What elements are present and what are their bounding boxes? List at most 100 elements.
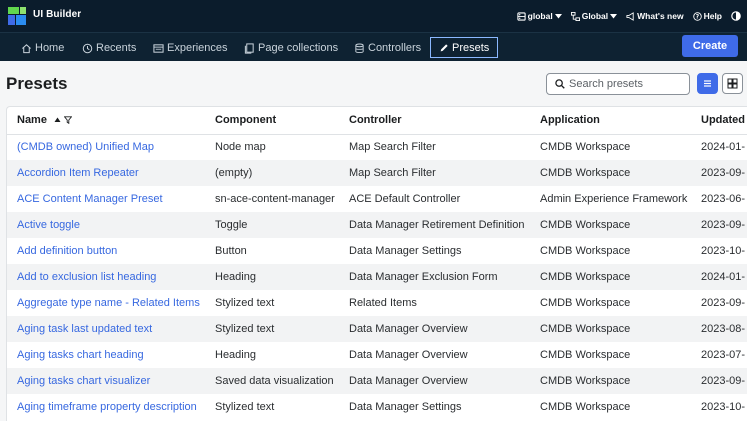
search-icon <box>555 79 565 89</box>
table-row[interactable]: Add definition button Button Data Manager … <box>7 238 747 264</box>
nav-item-presets[interactable]: Presets <box>430 37 499 58</box>
controller-cell: Data Manager Overview <box>339 368 530 394</box>
scope-picker[interactable]: global <box>517 11 562 21</box>
application-cell: CMDB Workspace <box>530 290 691 316</box>
pages-icon <box>244 42 254 54</box>
whats-new-label: What's new <box>637 11 684 21</box>
application-cell: CMDB Workspace <box>530 212 691 238</box>
preset-name-link[interactable]: Add definition button <box>7 238 205 264</box>
table-row[interactable]: Aggregate type name - Related Items Styli… <box>7 290 747 316</box>
preset-name-link[interactable]: Active toggle <box>7 212 205 238</box>
updated-cell: 2023-07- <box>691 342 747 368</box>
component-cell: Heading <box>205 342 339 368</box>
window-icon <box>153 43 164 53</box>
application-cell: CMDB Workspace <box>530 238 691 264</box>
column-header-component[interactable]: Component <box>205 107 339 135</box>
table-row[interactable]: ACE Content Manager Preset sn-ace-content… <box>7 186 747 212</box>
preset-name-link[interactable]: Aging tasks chart heading <box>7 342 205 368</box>
application-cell: CMDB Workspace <box>530 264 691 290</box>
create-button[interactable]: Create <box>682 35 738 57</box>
main-nav: Home Recents Experiences Page collection… <box>0 32 747 61</box>
component-cell: (empty) <box>205 160 339 186</box>
controller-cell: Data Manager Settings <box>339 238 530 264</box>
nav-item-label: Presets <box>452 41 490 54</box>
controller-cell: Map Search Filter <box>339 134 530 160</box>
controller-cell: Data Manager Exclusion Form <box>339 264 530 290</box>
help-label: Help <box>703 11 722 21</box>
history-icon <box>82 43 93 53</box>
list-icon <box>704 80 711 87</box>
controller-cell: Data Manager Overview <box>339 316 530 342</box>
component-cell: Toggle <box>205 212 339 238</box>
application-scope-picker[interactable]: Global <box>570 11 618 21</box>
nav-item-experiences[interactable]: Experiences <box>150 38 231 58</box>
top-right-controls: global Global What's new ? Help <box>517 0 741 32</box>
component-cell: Stylized text <box>205 394 339 420</box>
app-logo-icon <box>8 7 26 25</box>
table-row[interactable]: Aging task last updated text Stylized tex… <box>7 316 747 342</box>
application-cell: CMDB Workspace <box>530 316 691 342</box>
nav-item-label: Controllers <box>368 42 422 54</box>
table-row[interactable]: Accordion Item Repeater (empty) Map Search… <box>7 160 747 186</box>
updated-cell: 2023-09- <box>691 212 747 238</box>
column-header-label: Name <box>17 114 47 127</box>
column-header-name[interactable]: Name <box>7 107 205 135</box>
application-cell: CMDB Workspace <box>530 342 691 368</box>
nav-item-label: Recents <box>96 42 137 54</box>
updated-cell: 2023-09- <box>691 290 747 316</box>
nav-item-recents[interactable]: Recents <box>79 38 139 58</box>
application-cell: CMDB Workspace <box>530 368 691 394</box>
application-cell: CMDB Workspace <box>530 134 691 160</box>
help-link[interactable]: ? Help <box>692 11 722 21</box>
application-cell: Admin Experience Framework <box>530 186 691 212</box>
preset-name-link[interactable]: Add to exclusion list heading <box>7 264 205 290</box>
presets-table: Name Component Controller Application Up… <box>7 107 747 420</box>
table-row[interactable]: (CMDB owned) Unified Map Node map Map Sear… <box>7 134 747 160</box>
search-input[interactable] <box>569 78 684 90</box>
nav-item-label: Experiences <box>167 42 228 54</box>
preset-name-link[interactable]: (CMDB owned) Unified Map <box>7 134 205 160</box>
nav-item-page-collections[interactable]: Page collections <box>241 38 341 58</box>
controller-cell: ACE Default Controller <box>339 186 530 212</box>
updated-cell: 2023-09- <box>691 160 747 186</box>
controller-cell: Related Items <box>339 290 530 316</box>
preset-name-link[interactable]: Aging tasks chart visualizer <box>7 368 205 394</box>
table-row[interactable]: Active toggle Toggle Data Manager Retireme… <box>7 212 747 238</box>
nav-item-controllers[interactable]: Controllers <box>351 38 424 58</box>
component-cell: Stylized text <box>205 290 339 316</box>
table-row[interactable]: Aging tasks chart visualizer Saved data v… <box>7 368 747 394</box>
nav-item-home[interactable]: Home <box>18 38 67 58</box>
updated-cell: 2024-01- <box>691 134 747 160</box>
sitemap-icon <box>570 11 580 21</box>
sort-ascending-icon[interactable] <box>54 117 61 123</box>
preset-name-link[interactable]: Aging timeframe property description <box>7 394 205 420</box>
theme-toggle[interactable] <box>731 11 741 21</box>
caret-down-icon <box>610 13 618 18</box>
grid-view-button[interactable] <box>722 73 743 94</box>
controller-cell: Data Manager Settings <box>339 394 530 420</box>
preset-name-link[interactable]: ACE Content Manager Preset <box>7 186 205 212</box>
table-row[interactable]: Aging timeframe property description Styl… <box>7 394 747 420</box>
table-row[interactable]: Aging tasks chart heading Heading Data Man… <box>7 342 747 368</box>
preset-name-link[interactable]: Accordion Item Repeater <box>7 160 205 186</box>
table-row[interactable]: Add to exclusion list heading Heading Data… <box>7 264 747 290</box>
table-body: (CMDB owned) Unified Map Node map Map Sear… <box>7 134 747 420</box>
component-cell: Node map <box>205 134 339 160</box>
preset-name-link[interactable]: Aggregate type name - Related Items <box>7 290 205 316</box>
column-header-controller[interactable]: Controller <box>339 107 530 135</box>
pencil-icon <box>440 43 448 51</box>
nav-item-label: Home <box>35 42 65 54</box>
whats-new-link[interactable]: What's new <box>626 11 684 21</box>
component-cell: Heading <box>205 264 339 290</box>
column-header-updated[interactable]: Updated <box>691 107 747 135</box>
scope-label: global <box>527 11 553 21</box>
preset-name-link[interactable]: Aging task last updated text <box>7 316 205 342</box>
component-cell: Saved data visualization <box>205 368 339 394</box>
list-view-button[interactable] <box>697 73 718 94</box>
table-header-row: Name Component Controller Application Up… <box>7 107 747 135</box>
application-cell: CMDB Workspace <box>530 160 691 186</box>
filter-icon[interactable] <box>64 116 73 125</box>
component-cell: sn-ace-content-manager <box>205 186 339 212</box>
column-header-application[interactable]: Application <box>530 107 691 135</box>
updated-cell: 2023-06- <box>691 186 747 212</box>
